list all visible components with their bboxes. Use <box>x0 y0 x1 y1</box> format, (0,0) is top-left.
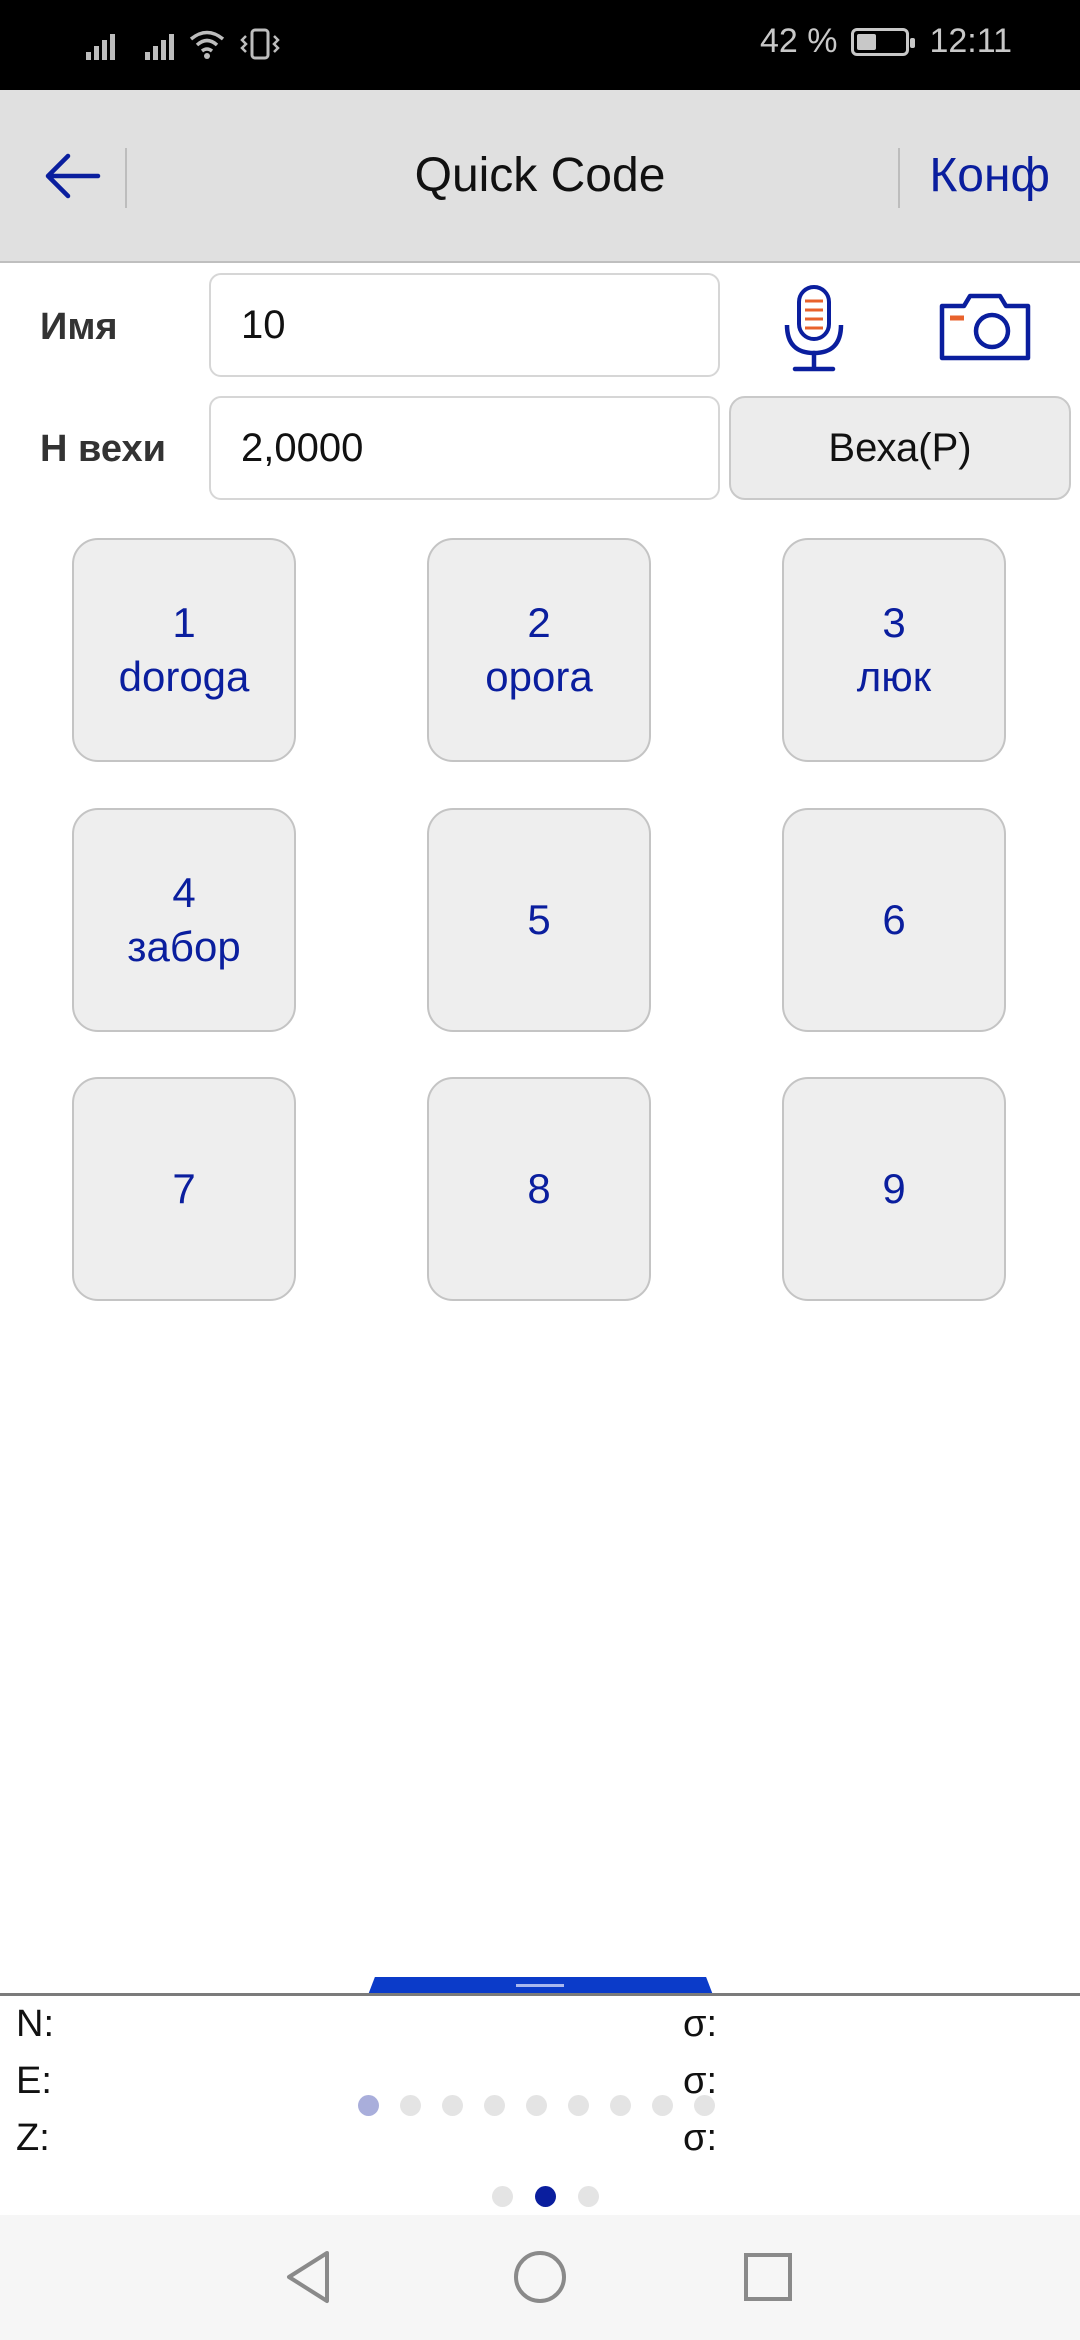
panel-divider <box>0 1993 1080 1996</box>
inner-page-indicator <box>358 2095 715 2116</box>
signal-icon <box>86 30 115 60</box>
nav-recents-button[interactable] <box>728 2237 808 2317</box>
wifi-icon <box>189 30 225 59</box>
inner-page-dot <box>610 2095 631 2116</box>
nav-back-button[interactable] <box>268 2237 348 2317</box>
status-time: 12:11 <box>929 22 1012 60</box>
battery-icon <box>851 27 916 56</box>
inner-page-dot <box>526 2095 547 2116</box>
microphone-icon <box>784 285 844 372</box>
code-button-9[interactable]: 9 <box>782 1077 1006 1301</box>
coord-e-label: E: <box>16 2060 52 2102</box>
status-right: 42 % 12:11 <box>760 22 1012 61</box>
vibrate-icon <box>240 28 280 60</box>
code-name: opora <box>485 653 593 700</box>
code-number: 1 <box>172 599 196 646</box>
code-button-4[interactable]: 4 забор <box>72 808 296 1032</box>
status-bar: 42 % 12:11 <box>0 0 1080 90</box>
code-button-7[interactable]: 7 <box>72 1077 296 1301</box>
pole-height-input[interactable] <box>209 396 720 500</box>
inner-page-dot <box>694 2095 715 2116</box>
sigma-z-label: σ: <box>683 2117 718 2159</box>
code-number: 2 <box>527 599 551 646</box>
status-icons <box>86 28 280 60</box>
battery-percent: 42 % <box>759 22 838 60</box>
code-number: 5 <box>527 896 551 943</box>
code-button-6[interactable]: 6 <box>782 808 1006 1032</box>
page-title: Quick Code <box>414 149 666 202</box>
outer-page-indicator <box>492 2186 599 2207</box>
code-name: doroga <box>118 653 250 700</box>
inner-page-dot <box>652 2095 673 2116</box>
code-name: люк <box>856 653 932 700</box>
pole-height-label: H вехи <box>40 428 166 470</box>
inner-page-dot <box>568 2095 589 2116</box>
coord-n-label: N: <box>16 2003 54 2045</box>
system-nav-bar <box>0 2215 1080 2340</box>
name-label: Имя <box>40 306 118 348</box>
outer-page-dot <box>535 2186 556 2207</box>
name-input[interactable] <box>209 273 720 377</box>
sigma-n-label: σ: <box>683 2003 718 2045</box>
coord-z-label: Z: <box>16 2117 50 2159</box>
inner-page-dot <box>358 2095 379 2116</box>
app-bar: Quick Code Конф <box>0 90 1080 263</box>
battery-fill <box>857 33 877 50</box>
code-number: 7 <box>172 1165 196 1212</box>
app-bar-divider <box>898 148 900 208</box>
code-button-8[interactable]: 8 <box>427 1077 651 1301</box>
code-number: 9 <box>882 1165 906 1212</box>
code-button-1[interactable]: 1 doroga <box>72 538 296 762</box>
config-button[interactable]: Конф <box>929 148 1050 203</box>
nav-home-button[interactable] <box>500 2237 580 2317</box>
outer-page-dot <box>492 2186 513 2207</box>
pole-button[interactable]: Веха(P) <box>729 396 1071 500</box>
code-name: забор <box>127 923 241 970</box>
back-triangle-icon <box>287 2251 329 2303</box>
signal-icon <box>145 30 174 60</box>
code-number: 3 <box>882 599 906 646</box>
code-button-5[interactable]: 5 <box>427 808 651 1032</box>
home-circle-icon <box>514 2251 566 2303</box>
voice-input-button[interactable] <box>775 283 853 373</box>
code-number: 6 <box>882 896 906 943</box>
code-number: 8 <box>527 1165 551 1212</box>
code-button-3[interactable]: 3 люк <box>782 538 1006 762</box>
code-number: 4 <box>172 869 196 916</box>
camera-button[interactable] <box>938 290 1032 362</box>
camera-icon <box>939 293 1031 361</box>
inner-page-dot <box>442 2095 463 2116</box>
handle-line <box>516 1984 564 1987</box>
outer-page-dot <box>578 2186 599 2207</box>
inner-page-dot <box>484 2095 505 2116</box>
inner-page-dot <box>400 2095 421 2116</box>
recents-square-icon <box>744 2253 792 2301</box>
code-button-2[interactable]: 2 opora <box>427 538 651 762</box>
